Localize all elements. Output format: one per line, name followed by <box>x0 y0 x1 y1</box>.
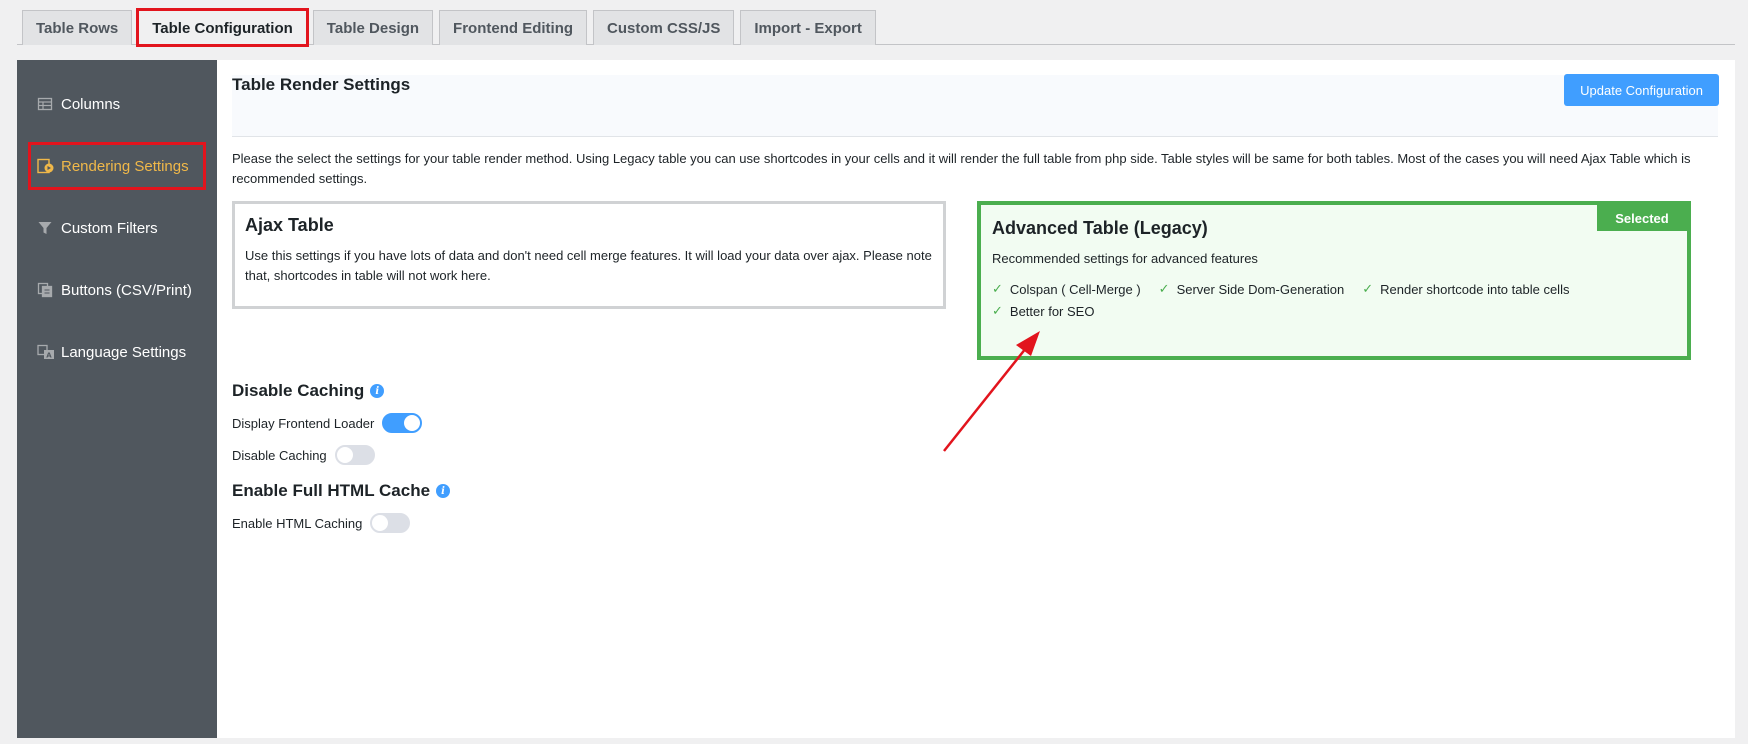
sidebar-item-label: Columns <box>61 95 121 113</box>
html-cache-heading: Enable Full HTML Cache i <box>232 481 1718 501</box>
sidebar-item-custom-filters[interactable]: Custom Filters <box>17 197 217 259</box>
advanced-table-option[interactable]: Selected Advanced Table (Legacy) Recomme… <box>977 201 1691 360</box>
tab-table-rows[interactable]: Table Rows <box>22 10 133 45</box>
tab-frontend-editing[interactable]: Frontend Editing <box>439 10 588 45</box>
sidebar-item-columns[interactable]: Columns <box>17 73 217 135</box>
table-icon <box>37 96 53 112</box>
ajax-table-text: Use this settings if you have lots of da… <box>245 248 932 283</box>
tab-import-export[interactable]: Import - Export <box>740 10 876 45</box>
sidebar-item-label: Custom Filters <box>61 219 158 237</box>
tab-bar: Table Rows Table Configuration Table Des… <box>17 8 1735 47</box>
svg-text:A: A <box>46 352 52 360</box>
ajax-table-option[interactable]: Ajax Table Use this settings if you have… <box>232 201 946 309</box>
tab-custom-css-js[interactable]: Custom CSS/JS <box>593 10 735 45</box>
info-icon[interactable]: i <box>436 484 451 498</box>
translate-icon: A <box>37 344 54 360</box>
advanced-table-title: Advanced Table (Legacy) <box>992 218 1208 238</box>
selected-badge: Selected <box>1597 205 1687 231</box>
feature-list: ✓ Colspan ( Cell-Merge ) ✓ Server Side Dom… <box>992 281 1676 319</box>
feature-item: ✓ Server Side Dom-Generation <box>1158 281 1345 297</box>
disable-caching-toggle[interactable] <box>334 445 375 465</box>
page-title: Table Render Settings <box>232 75 411 94</box>
advanced-table-text: Recommended settings for advanced featur… <box>992 251 1258 266</box>
settings-panel: Columns Rendering Settings Custom Filter… <box>17 60 1735 738</box>
frontend-loader-label: Display Frontend Loader <box>232 415 375 431</box>
check-icon: ✓ <box>1158 281 1170 296</box>
sidebar-item-label: Language Settings <box>61 343 187 361</box>
sidebar-item-label: Buttons (CSV/Print) <box>61 281 192 299</box>
sidebar: Columns Rendering Settings Custom Filter… <box>17 60 217 738</box>
html-caching-row: Enable HTML Caching <box>232 511 1718 535</box>
html-caching-toggle[interactable] <box>370 513 411 533</box>
html-cache-section: Enable Full HTML Cache i Enable HTML Cac… <box>232 481 1718 535</box>
disable-caching-label: Disable Caching <box>232 447 327 463</box>
copy-icon <box>37 282 53 298</box>
tab-table-design[interactable]: Table Design <box>312 10 434 45</box>
info-icon[interactable]: i <box>370 384 385 398</box>
feature-item: ✓ Colspan ( Cell-Merge ) <box>992 281 1141 297</box>
feature-item: ✓ Better for SEO <box>992 303 1095 319</box>
feature-item: ✓ Render shortcode into table cells <box>1362 281 1570 297</box>
check-icon: ✓ <box>992 281 1003 296</box>
sidebar-item-language-settings[interactable]: A Language Settings <box>17 321 217 383</box>
frontend-loader-toggle[interactable] <box>382 413 423 433</box>
render-icon <box>37 158 54 174</box>
annotation-arrow <box>943 331 1040 452</box>
sidebar-item-buttons[interactable]: Buttons (CSV/Print) <box>17 259 217 321</box>
sidebar-item-rendering-settings[interactable]: Rendering Settings <box>21 135 213 197</box>
section-header: Table Render Settings Update Configurati… <box>232 74 1719 137</box>
ajax-table-title: Ajax Table <box>245 215 334 235</box>
render-description: Please the select the settings for your … <box>232 151 1691 186</box>
tab-table-configuration[interactable]: Table Configuration <box>136 8 309 47</box>
check-icon: ✓ <box>992 303 1003 318</box>
sidebar-item-label: Rendering Settings <box>61 157 189 175</box>
update-configuration-button[interactable]: Update Configuration <box>1564 74 1719 106</box>
filter-icon <box>37 220 53 236</box>
html-caching-label: Enable HTML Caching <box>232 515 363 531</box>
check-icon: ✓ <box>1362 281 1374 296</box>
